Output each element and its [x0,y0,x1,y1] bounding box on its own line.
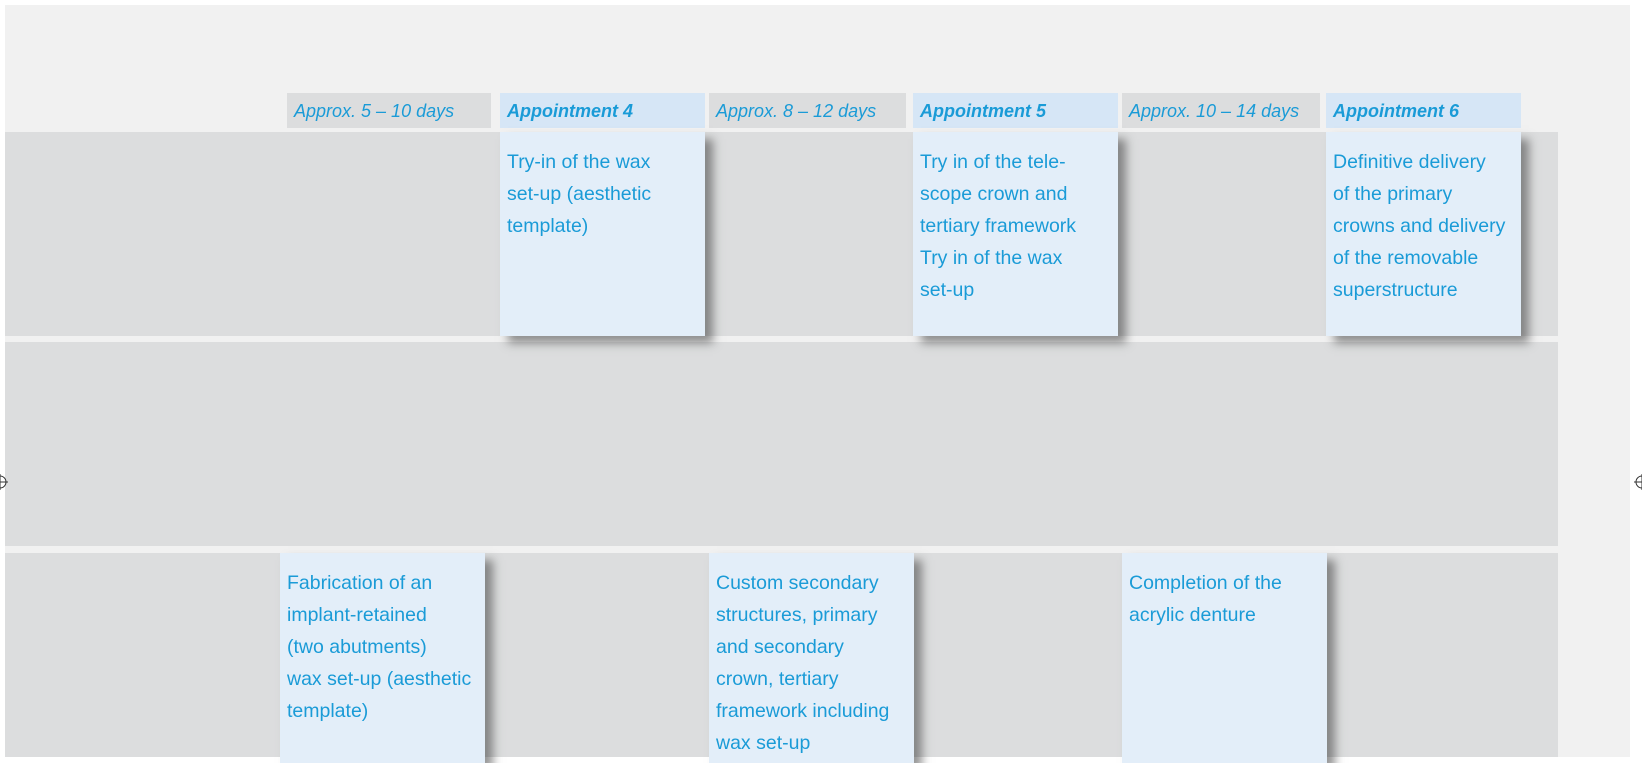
card-line: scope crown and [920,183,1068,205]
card-line: structures, primary [716,604,878,626]
card-line: and secondary [716,636,844,658]
lab-step-card: Fabrication of an implant-retained (two … [280,553,485,763]
card-line: tertiary framework [920,215,1077,237]
card-line: acrylic denture [1129,604,1256,626]
card-line: Completion of the [1129,572,1282,594]
timeline-header-interval: Approx. 10 – 14 days [1122,93,1320,128]
card-line: of the removable [1333,247,1479,269]
card-line: Try in of the tele- [920,151,1066,173]
lab-step-card: Custom secondary structures, primary and… [709,553,914,763]
lab-step-card: Completion of the acrylic denture [1122,553,1327,763]
timeline-header-appointment: Appointment 6 [1326,93,1521,128]
card-line: framework including [716,700,890,722]
timeline-header-interval: Approx. 5 – 10 days [287,93,491,128]
card-line: of the primary [1333,183,1453,205]
timeline-header-appointment: Appointment 4 [500,93,705,128]
registration-mark-icon [1634,474,1642,490]
clinic-step-card: Try in of the tele- scope crown and tert… [913,132,1118,336]
card-line: Try in of the wax [920,247,1063,269]
card-line: set-up [920,279,975,301]
card-line: crowns and delivery [1333,215,1506,237]
registration-mark-icon [0,474,8,490]
card-line: set-up (aesthetic [507,183,652,205]
card-line: Definitive delivery [1333,151,1486,173]
card-line: crown, tertiary [716,668,839,690]
clinic-step-card: Try-in of the wax set-up (aesthetic temp… [500,132,705,336]
card-line: template) [507,215,589,237]
timeline-header-appointment: Appointment 5 [913,93,1118,128]
card-line: wax set-up [716,732,811,754]
card-line: wax set-up (aesthetic [287,668,472,690]
card-line: Custom secondary [716,572,879,594]
card-line: template) [287,700,369,722]
card-line: (two abutments) [287,636,427,658]
card-line: superstructure [1333,279,1458,301]
empty-band [5,342,1558,546]
card-line: implant-retained [287,604,427,626]
clinic-step-card: Definitive delivery of the primary crown… [1326,132,1521,336]
card-line: Fabrication of an [287,572,433,594]
timeline-header-interval: Approx. 8 – 12 days [709,93,906,128]
card-line: Try-in of the wax [507,151,651,173]
